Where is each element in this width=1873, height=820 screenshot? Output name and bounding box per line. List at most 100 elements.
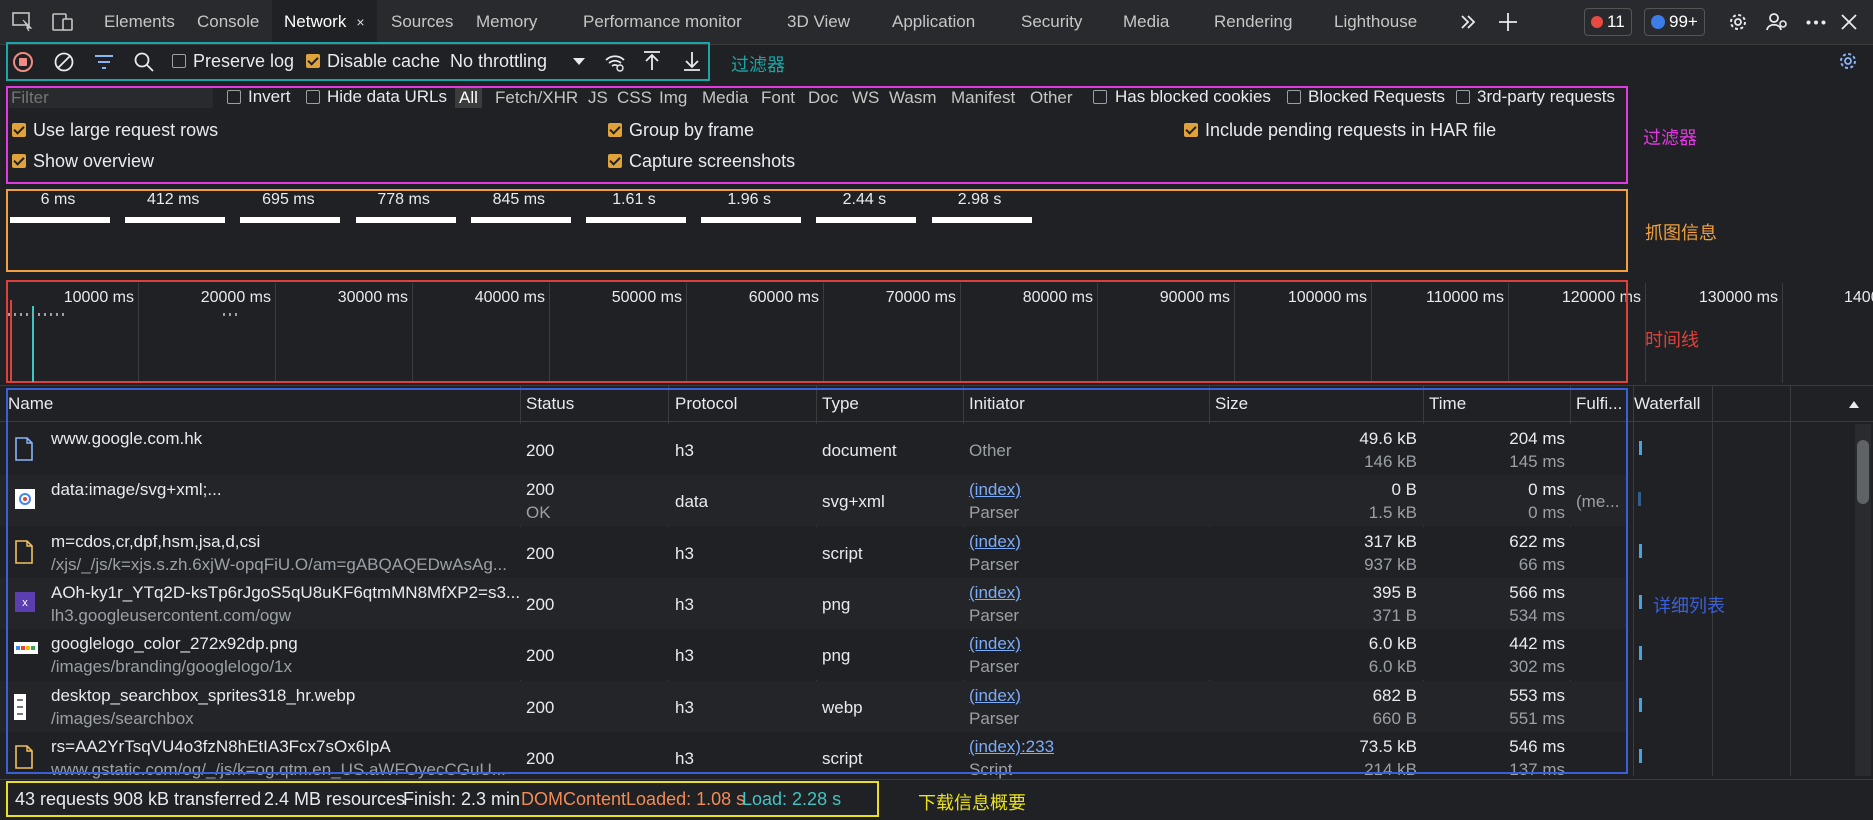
has-blocked-cookies-label: Has blocked cookies xyxy=(1115,87,1271,106)
table-annotation-label: 详细列表 xyxy=(1653,596,1725,616)
screenshot-time-label: 1.96 s xyxy=(727,191,771,208)
capture-screenshots-checkbox[interactable] xyxy=(608,154,622,168)
tab-media[interactable]: Media xyxy=(1123,0,1169,44)
finish-time: Finish: 2.3 min xyxy=(403,789,521,809)
group-by-frame-label: Group by frame xyxy=(629,120,755,140)
tab-lighthouse[interactable]: Lighthouse xyxy=(1334,0,1417,44)
network-conditions-wifi-icon[interactable] xyxy=(604,52,626,72)
tab-network[interactable]: Network × xyxy=(272,0,377,44)
type-filter-img[interactable]: Img xyxy=(659,88,687,108)
type-filter-media[interactable]: Media xyxy=(702,88,748,108)
type-filter-fetch-xhr[interactable]: Fetch/XHR xyxy=(495,88,578,108)
type-filter-manifest[interactable]: Manifest xyxy=(951,88,1015,108)
screenshots-annotation-label: 抓图信息 xyxy=(1645,223,1717,243)
settings-gear-icon[interactable] xyxy=(1727,11,1749,33)
screenshot-thumbnail[interactable] xyxy=(931,217,1032,223)
tab-sources[interactable]: Sources xyxy=(391,0,453,44)
hide-data-urls-checkbox[interactable] xyxy=(306,90,320,104)
tab-application[interactable]: Application xyxy=(892,0,975,44)
load-marker-line xyxy=(32,306,34,382)
network-settings-gear-icon[interactable] xyxy=(1837,50,1859,72)
screenshot-thumbnail[interactable] xyxy=(470,217,571,223)
type-filter-ws[interactable]: WS xyxy=(852,88,879,108)
tab-rendering[interactable]: Rendering xyxy=(1214,0,1292,44)
timeline-tick-label: 14000 xyxy=(1844,289,1873,306)
third-party-checkbox[interactable] xyxy=(1456,90,1470,104)
tab-security[interactable]: Security xyxy=(1021,0,1082,44)
timeline-tick-label: 130000 ms xyxy=(1698,289,1778,306)
import-har-icon[interactable] xyxy=(642,50,662,72)
screenshot-thumbnail[interactable] xyxy=(355,217,456,223)
throttling-select[interactable]: No throttling xyxy=(450,51,547,72)
include-pending-checkbox[interactable] xyxy=(1184,123,1198,137)
timeline-activity-dots xyxy=(8,313,68,316)
tab-performance-monitor[interactable]: Performance monitor xyxy=(583,0,742,44)
waterfall-bar[interactable] xyxy=(1638,492,1641,507)
use-large-rows-checkbox[interactable] xyxy=(12,123,26,137)
waterfall-bar[interactable] xyxy=(1639,441,1642,455)
type-filter-js[interactable]: JS xyxy=(588,88,608,108)
blocked-requests-checkbox[interactable] xyxy=(1287,90,1301,104)
waterfall-bar[interactable] xyxy=(1639,748,1642,763)
close-devtools-icon[interactable] xyxy=(1840,13,1858,31)
message-count-badge[interactable]: 99+ xyxy=(1644,8,1705,36)
show-overview-label: Show overview xyxy=(33,151,155,171)
type-filter-doc[interactable]: Doc xyxy=(808,88,838,108)
status-annotation-label: 下载信息概要 xyxy=(918,793,1026,813)
preserve-log-label: Preserve log xyxy=(193,51,295,71)
close-tab-icon[interactable]: × xyxy=(356,14,364,30)
invert-checkbox[interactable] xyxy=(227,90,241,104)
filter-input[interactable] xyxy=(9,88,213,108)
disable-cache-checkbox[interactable] xyxy=(306,54,320,68)
search-icon[interactable] xyxy=(133,51,155,73)
disable-cache-label: Disable cache xyxy=(327,51,441,71)
screenshot-thumbnail[interactable] xyxy=(586,217,686,223)
stop-recording-icon[interactable] xyxy=(12,51,34,73)
screenshot-thumbnail[interactable] xyxy=(240,217,341,223)
export-har-icon[interactable] xyxy=(682,50,702,72)
screenshot-thumbnail[interactable] xyxy=(125,217,226,223)
timeline-annotation-label: 时间线 xyxy=(1645,330,1699,350)
type-filter-wasm[interactable]: Wasm xyxy=(889,88,937,108)
screenshot-time-label: 1.61 s xyxy=(612,191,656,208)
scrollbar-thumb[interactable] xyxy=(1857,440,1869,504)
table-annotation-box xyxy=(6,388,1628,774)
waterfall-bar[interactable] xyxy=(1639,543,1642,558)
waterfall-bar[interactable] xyxy=(1639,697,1642,712)
tab-memory[interactable]: Memory xyxy=(476,0,537,44)
dom-content-loaded-time: DOMContentLoaded: 1.08 s xyxy=(521,789,746,809)
inspect-element-icon[interactable] xyxy=(12,12,34,32)
tab-console[interactable]: Console xyxy=(197,0,259,44)
type-filter-all[interactable]: All xyxy=(455,88,482,108)
screenshot-thumbnail[interactable] xyxy=(701,217,802,223)
type-filter-css[interactable]: CSS xyxy=(617,88,652,108)
preserve-log-checkbox[interactable] xyxy=(172,54,186,68)
error-count-badge[interactable]: 11 xyxy=(1584,8,1632,36)
message-icon xyxy=(1651,15,1665,29)
group-by-frame-checkbox[interactable] xyxy=(608,123,622,137)
device-toolbar-icon[interactable] xyxy=(52,12,74,32)
customize-person-icon[interactable] xyxy=(1766,11,1788,33)
type-filter-other[interactable]: Other xyxy=(1030,88,1073,108)
column-header-waterfall[interactable]: Waterfall xyxy=(1634,394,1700,414)
has-blocked-cookies-checkbox[interactable] xyxy=(1093,90,1107,104)
waterfall-bar[interactable] xyxy=(1639,594,1642,609)
type-filter-font[interactable]: Font xyxy=(761,88,795,108)
throttling-dropdown-arrow-icon[interactable] xyxy=(572,57,586,66)
timeline-annotation-box xyxy=(6,280,1628,383)
more-options-icon[interactable] xyxy=(1806,20,1826,25)
more-tabs-chevron-icon[interactable] xyxy=(1460,14,1476,30)
tab-3d-view[interactable]: 3D View xyxy=(787,0,850,44)
use-large-rows-label: Use large request rows xyxy=(33,120,219,140)
add-tab-icon[interactable] xyxy=(1498,12,1518,32)
tab-elements[interactable]: Elements xyxy=(104,0,175,44)
clear-log-icon[interactable] xyxy=(53,51,75,73)
sort-ascending-icon[interactable] xyxy=(1848,400,1860,409)
screenshot-thumbnail[interactable] xyxy=(816,217,917,223)
waterfall-bar[interactable] xyxy=(1639,646,1642,661)
include-pending-label: Include pending requests in HAR file xyxy=(1205,120,1497,140)
screenshot-thumbnail[interactable] xyxy=(10,217,110,223)
filter-icon[interactable] xyxy=(94,53,114,71)
show-overview-checkbox[interactable] xyxy=(12,154,26,168)
transferred-size: 908 kB transferred xyxy=(113,789,262,809)
